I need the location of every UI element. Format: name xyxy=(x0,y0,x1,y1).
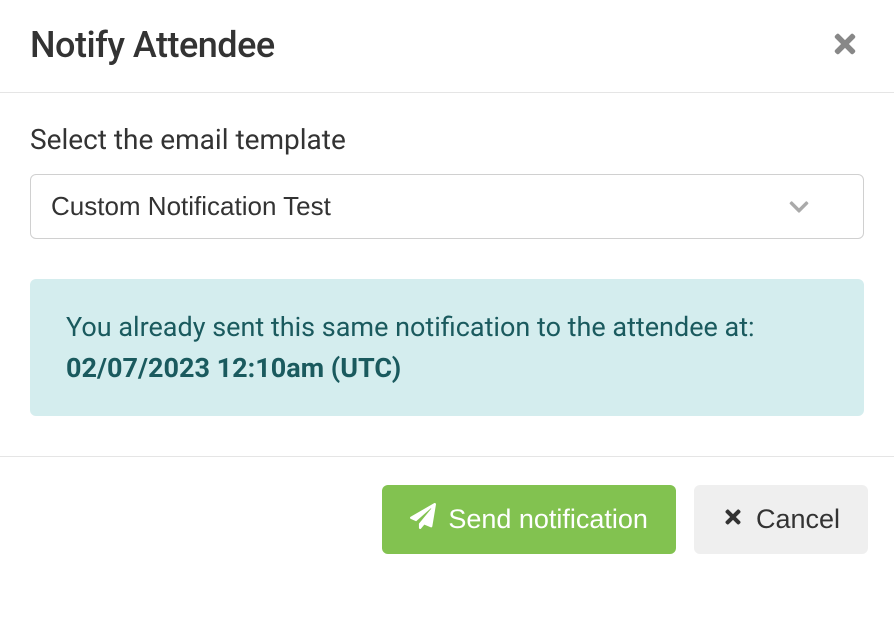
cancel-label: Cancel xyxy=(756,504,840,535)
modal-footer: Send notification Cancel xyxy=(0,456,894,582)
already-sent-alert: You already sent this same notification … xyxy=(30,279,864,416)
template-select[interactable]: Custom Notification Test xyxy=(30,174,864,239)
modal-title: Notify Attendee xyxy=(30,24,275,66)
close-icon xyxy=(830,29,860,62)
template-field-label: Select the email template xyxy=(30,123,864,156)
alert-text: You already sent this same notification … xyxy=(66,307,828,388)
send-notification-label: Send notification xyxy=(448,504,648,535)
send-notification-button[interactable]: Send notification xyxy=(382,485,676,554)
cancel-button[interactable]: Cancel xyxy=(694,485,868,554)
notify-attendee-modal: Notify Attendee Select the email templat… xyxy=(0,0,894,582)
paper-plane-icon xyxy=(410,503,436,536)
alert-timestamp: 02/07/2023 12:10am (UTC) xyxy=(66,352,401,384)
chevron-down-icon xyxy=(785,196,813,218)
alert-prefix: You already sent this same notification … xyxy=(66,311,755,343)
times-icon xyxy=(722,504,744,535)
close-button[interactable] xyxy=(826,25,864,66)
modal-body: Select the email template Custom Notific… xyxy=(0,93,894,456)
template-select-value: Custom Notification Test xyxy=(51,191,331,222)
template-select-wrapper: Custom Notification Test xyxy=(30,174,864,239)
modal-header: Notify Attendee xyxy=(0,0,894,93)
